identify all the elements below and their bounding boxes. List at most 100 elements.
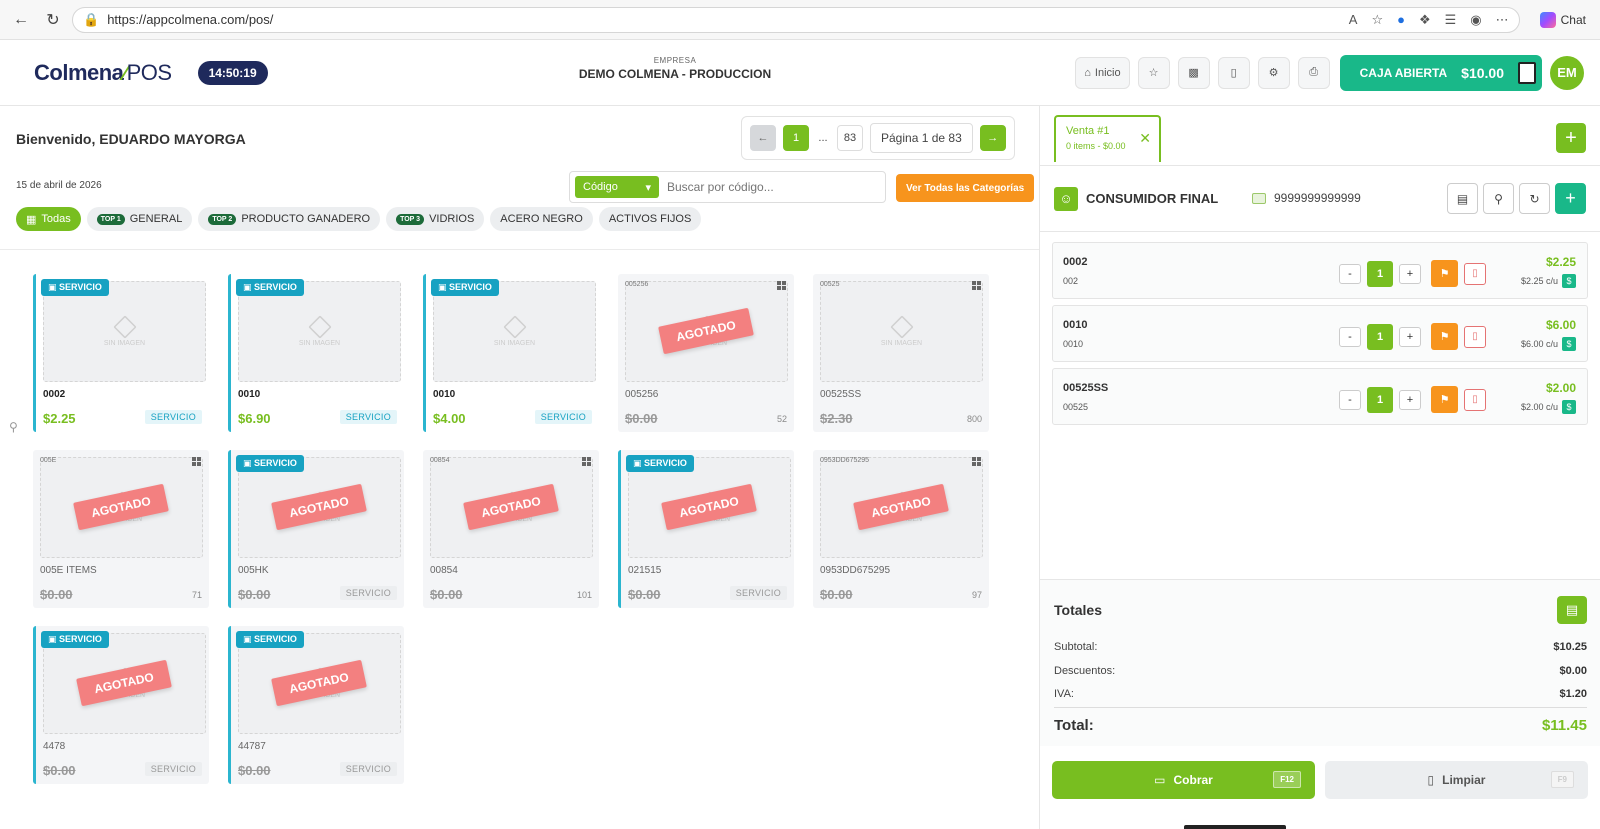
settings-button[interactable]: ⚙ [1257, 56, 1290, 89]
next-page-button[interactable]: → [979, 125, 1006, 151]
limpiar-button[interactable]: ▯ Limpiar F9 [1325, 761, 1588, 799]
favorites-button[interactable]: ☆ [1137, 56, 1170, 89]
discount-button[interactable]: ⚑ [1431, 386, 1458, 413]
address-bar[interactable]: 🔒 https://appcolmena.com/pos/ A ☆ ● ❖ ☰ … [72, 6, 1520, 33]
servicio-badge: ▣ SERVICIO [236, 455, 304, 472]
more-icon[interactable]: ⋯ [1496, 12, 1509, 28]
variants-grid-icon[interactable] [192, 457, 201, 466]
reset-client-button[interactable]: ↻ [1519, 183, 1550, 214]
tab-title: Venta #1 [1066, 125, 1110, 137]
decrease-qty-button[interactable]: - [1339, 389, 1361, 410]
item-unit-price: $6.00 c/u [1520, 339, 1558, 349]
user-avatar[interactable]: EM [1550, 55, 1584, 90]
discount-button[interactable]: ⚑ [1431, 260, 1458, 287]
dollar-icon[interactable]: $ [1562, 274, 1576, 288]
category-filter[interactable]: TOP 3 VIDRIOS [386, 207, 485, 231]
product-price: $2.30 [820, 411, 853, 426]
item-qty[interactable]: 1 [1367, 260, 1393, 287]
page-ellipsis: ... [816, 125, 830, 151]
caja-abierta-button[interactable]: CAJA ABIERTA $10.00 [1339, 54, 1542, 91]
category-filter[interactable]: TOP 2 PRODUCTO GANADERO [198, 207, 381, 231]
product-name: 00525SS [820, 389, 862, 400]
product-name: 0010 [238, 389, 261, 400]
product-card[interactable]: SIN IMAGEN ▣ SERVICIO 0010 $4.00 SERVICIO [423, 274, 599, 432]
star-icon: ☆ [1148, 67, 1159, 79]
book-button[interactable]: ▯ [1217, 56, 1250, 89]
decrease-qty-button[interactable]: - [1339, 263, 1361, 284]
product-card[interactable]: SIN IMAGEN▣ SERVICIOAGOTADO005HK$0.00SER… [228, 450, 404, 608]
delete-item-button[interactable]: ▯ [1464, 262, 1486, 285]
servicio-badge: ▣ SERVICIO [41, 631, 109, 648]
category-filter[interactable]: ACERO NEGRO [490, 207, 593, 231]
url-text: https://appcolmena.com/pos/ [107, 12, 274, 27]
category-filter[interactable]: ACTIVOS FIJOS [598, 207, 702, 231]
search-icon[interactable]: ⚲ [9, 420, 18, 434]
increase-qty-button[interactable]: + [1399, 326, 1421, 347]
divider [0, 249, 1039, 250]
product-card[interactable]: SIN IMAGEN005256AGOTADO005256$0.0052 [618, 274, 794, 432]
product-card[interactable]: SIN IMAGEN▣ SERVICIOAGOTADO44787$0.00SER… [228, 626, 404, 784]
category-filter[interactable]: ▦ Todas [16, 207, 81, 231]
close-tab-icon[interactable]: ✕ [1139, 130, 1151, 147]
search-mode-select[interactable]: Código ▾ [575, 176, 659, 198]
profile-icon[interactable]: ◉ [1470, 12, 1481, 28]
add-sale-tab-button[interactable]: + [1556, 123, 1586, 153]
variants-grid-icon[interactable] [972, 457, 981, 466]
product-name: 4478 [43, 741, 66, 752]
product-card[interactable]: SIN IMAGEN▣ SERVICIOAGOTADO4478$0.00SERV… [33, 626, 209, 784]
dollar-icon[interactable]: $ [1562, 337, 1576, 351]
page-last-button[interactable]: 83 [837, 125, 863, 151]
category-filter[interactable]: TOP 1 GENERAL [86, 207, 193, 231]
back-icon[interactable]: ← [8, 7, 34, 33]
variants-grid-icon[interactable] [582, 457, 591, 466]
trash-icon: ▯ [1472, 394, 1478, 405]
tab-venta-1[interactable]: Venta #1 0 items - $0.00 ✕ [1054, 115, 1161, 162]
discount-button[interactable]: ⚑ [1431, 323, 1458, 350]
increase-qty-button[interactable]: + [1399, 389, 1421, 410]
add-client-button[interactable]: + [1555, 183, 1586, 214]
caja-label: CAJA ABIERTA [1359, 65, 1448, 80]
search-input[interactable] [667, 180, 880, 194]
chat-button[interactable]: Chat [1534, 11, 1592, 28]
item-qty[interactable]: 1 [1367, 386, 1393, 413]
item-qty[interactable]: 1 [1367, 323, 1393, 350]
item-subcode: 002 [1063, 276, 1079, 286]
printer-button[interactable]: ⎙ [1297, 56, 1330, 89]
read-aloud-icon[interactable]: A [1349, 12, 1358, 28]
product-card[interactable]: SIN IMAGEN ▣ SERVICIO 0002 $2.25 SERVICIO [33, 274, 209, 432]
variants-grid-icon[interactable] [777, 281, 786, 290]
inicio-button[interactable]: ⌂ Inicio [1075, 56, 1130, 89]
servicio-badge-label: SERVICIO [59, 634, 102, 644]
prev-page-button[interactable]: ← [750, 125, 776, 151]
iva-label: IVA: [1054, 688, 1074, 700]
favorites-icon[interactable]: ☰ [1445, 12, 1457, 28]
product-card[interactable]: SIN IMAGEN▣ SERVICIOAGOTADO021515$0.00SE… [618, 450, 794, 608]
puzzle-icon[interactable]: ❖ [1419, 12, 1431, 28]
page-current-button[interactable]: 1 [783, 125, 809, 151]
colmena-logo[interactable]: Colmena∕POS [34, 60, 172, 86]
increase-qty-button[interactable]: + [1399, 263, 1421, 284]
delete-item-button[interactable]: ▯ [1464, 325, 1486, 348]
stock-count: 71 [191, 590, 202, 600]
delete-item-button[interactable]: ▯ [1464, 388, 1486, 411]
product-card[interactable]: SIN IMAGEN 00525 00525SS $2.30 800 [813, 274, 989, 432]
pagination: ← 1 ... 83 Página 1 de 83 → [741, 116, 1015, 160]
favorite-star-icon[interactable]: ☆ [1371, 12, 1383, 28]
receipt-button[interactable]: ▤ [1557, 596, 1587, 624]
cobrar-button[interactable]: ▭ Cobrar F12 [1052, 761, 1315, 799]
product-card[interactable]: SIN IMAGEN ▣ SERVICIO 0010 $6.90 SERVICIO [228, 274, 404, 432]
search-client-button[interactable]: ⚲ [1483, 183, 1514, 214]
cash-drawer-icon [1518, 61, 1536, 84]
decrease-qty-button[interactable]: - [1339, 326, 1361, 347]
variants-grid-icon[interactable] [972, 281, 981, 290]
product-card[interactable]: SIN IMAGEN00854AGOTADO00854$0.00101 [423, 450, 599, 608]
dollar-icon[interactable]: $ [1562, 400, 1576, 414]
product-card[interactable]: SIN IMAGEN005EAGOTADO005E ITEMS$0.0071 [33, 450, 209, 608]
extension-icon[interactable]: ● [1397, 12, 1405, 28]
product-card[interactable]: SIN IMAGEN0953DD675295AGOTADO0953DD67529… [813, 450, 989, 608]
ver-todas-categorias-button[interactable]: Ver Todas las Categorías [896, 174, 1035, 202]
servicio-badge-label: SERVICIO [254, 634, 297, 644]
reports-button[interactable]: ▩ [1177, 56, 1210, 89]
client-card-button[interactable]: ▤ [1447, 183, 1478, 214]
refresh-icon[interactable]: ↻ [40, 7, 66, 33]
